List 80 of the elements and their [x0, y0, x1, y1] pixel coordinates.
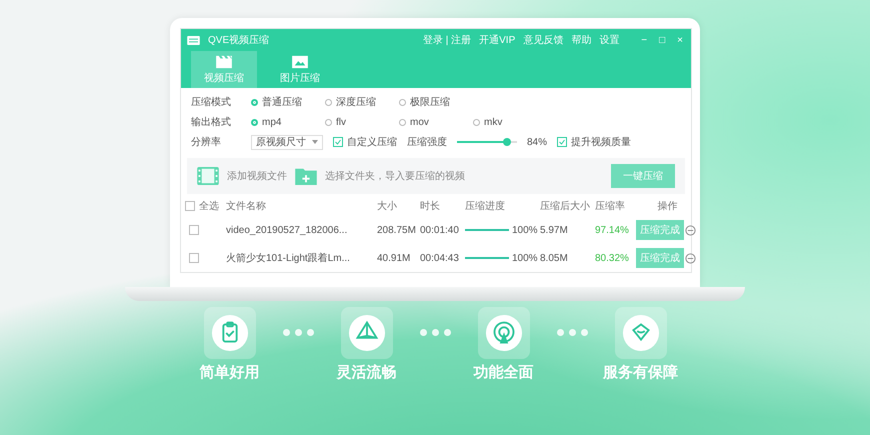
- radio-option[interactable]: 极限压缩: [399, 95, 463, 109]
- row-checkbox[interactable]: [189, 253, 199, 263]
- radio-option[interactable]: 深度压缩: [325, 95, 389, 109]
- mode-tab[interactable]: 视频压缩: [191, 51, 257, 88]
- compression-ratio: 80.32%: [595, 252, 630, 264]
- clipboard-check-icon: [222, 322, 238, 342]
- dot-icon: [294, 329, 302, 336]
- remove-icon[interactable]: [685, 224, 696, 236]
- row-checkbox[interactable]: [189, 225, 199, 235]
- resolution-dropdown[interactable]: 原视频尺寸: [251, 134, 323, 150]
- custom-compress-checkbox[interactable]: 自定义压缩: [333, 135, 397, 149]
- column-header: 压缩率: [595, 200, 626, 213]
- dot-icon: [580, 329, 588, 336]
- radio-option[interactable]: flv: [325, 116, 389, 128]
- window-control-button[interactable]: ×: [675, 34, 685, 46]
- done-button[interactable]: 压缩完成: [636, 248, 684, 268]
- signal-ring-icon: [493, 322, 514, 344]
- radio-option[interactable]: 普通压缩: [251, 95, 315, 109]
- column-header: 文件名称: [226, 200, 267, 213]
- dot-icon: [568, 329, 576, 336]
- window-control-button[interactable]: □: [657, 34, 668, 46]
- image-icon: [291, 55, 309, 69]
- setting-label: 分辨率: [191, 136, 222, 149]
- dot-icon: [444, 329, 450, 336]
- mode-tab[interactable]: 图片压缩: [267, 51, 333, 88]
- header-link[interactable]: 设置: [599, 33, 620, 47]
- column-header: 压缩进度: [465, 200, 506, 213]
- app-title: QVE视频压缩: [208, 34, 270, 47]
- dot-icon: [556, 329, 564, 336]
- progress-value: 100%: [512, 252, 538, 264]
- add-video-link[interactable]: 添加视频文件: [227, 169, 287, 183]
- diamond-icon: [632, 323, 650, 342]
- compressed-size: 8.05M: [540, 252, 569, 264]
- file-name: video_20190527_182006...: [226, 224, 348, 236]
- done-button[interactable]: 压缩完成: [636, 220, 684, 240]
- feature-label: 功能全面: [474, 363, 534, 382]
- compress-all-button[interactable]: 一键压缩: [611, 164, 675, 188]
- duration: 00:01:40: [420, 224, 460, 236]
- folder-plus-icon[interactable]: [295, 167, 317, 185]
- caret-icon: [312, 140, 318, 144]
- strength-value: 84%: [527, 136, 548, 148]
- dot-icon: [282, 329, 290, 336]
- header-link[interactable]: 开通VIP: [479, 33, 516, 47]
- file-size: 40.91M: [377, 252, 412, 264]
- dot-icon: [306, 329, 314, 336]
- setting-label: 输出格式: [191, 116, 232, 129]
- duration: 00:04:43: [420, 252, 460, 264]
- remove-icon[interactable]: [685, 252, 696, 264]
- file-size: 208.75M: [377, 224, 417, 236]
- progress-value: 100%: [512, 224, 538, 236]
- column-header: 时长: [420, 200, 441, 213]
- feature-label: 灵活流畅: [336, 363, 396, 382]
- clapperboard-icon: [215, 55, 233, 69]
- header-link[interactable]: 意见反馈: [523, 33, 564, 47]
- radio-option[interactable]: mkv: [473, 116, 537, 128]
- header-link[interactable]: 登录 | 注册: [422, 33, 472, 47]
- add-folder-link[interactable]: 选择文件夹，导入要压缩的视频: [325, 169, 465, 183]
- column-header: 操作: [658, 200, 678, 213]
- column-header: 大小: [377, 200, 398, 213]
- strength-label: 压缩强度: [407, 136, 447, 149]
- compressed-size: 5.97M: [540, 224, 569, 236]
- radio-option[interactable]: mp4: [251, 116, 315, 128]
- film-icon[interactable]: [197, 167, 219, 185]
- file-name: 火箭少女101-Light跟着Lm...: [226, 252, 351, 265]
- window-control-button[interactable]: −: [639, 34, 650, 46]
- dot-icon: [420, 329, 426, 336]
- header-link[interactable]: 帮助: [571, 33, 592, 47]
- feature-label: 简单好用: [200, 363, 260, 382]
- quality-checkbox[interactable]: 提升视频质量: [557, 135, 632, 149]
- app-logo-icon: [187, 36, 200, 44]
- feature-label: 服务有保障: [603, 363, 678, 382]
- check-icon: [335, 139, 341, 145]
- select-all-checkbox[interactable]: 全选: [185, 199, 225, 213]
- compression-ratio: 97.14%: [595, 224, 630, 236]
- pyramid-icon: [355, 320, 378, 339]
- radio-option[interactable]: mov: [399, 116, 463, 128]
- check-icon: [559, 139, 566, 145]
- dot-icon: [432, 329, 438, 336]
- setting-label: 压缩模式: [191, 96, 232, 109]
- column-header: 压缩后大小: [540, 200, 591, 213]
